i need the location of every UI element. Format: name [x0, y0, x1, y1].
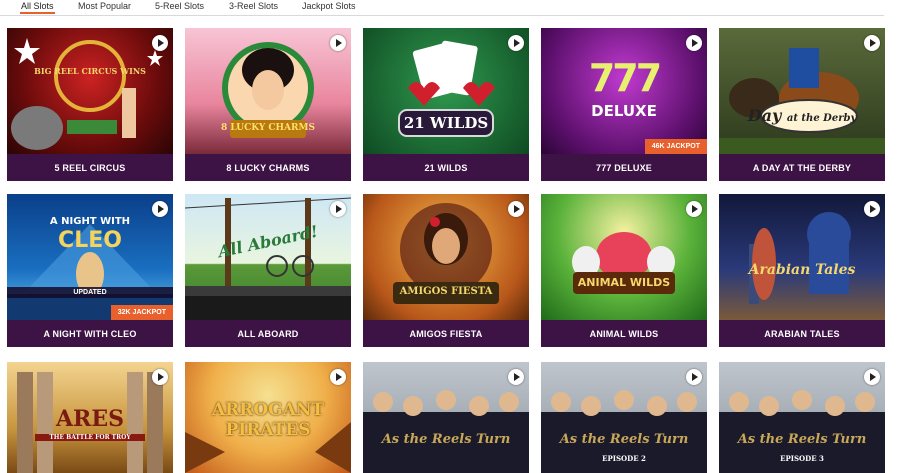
game-thumbnail: All Aboard! [185, 194, 351, 320]
game-title: ANIMAL WILDS [589, 328, 659, 339]
game-logo-subtitle: EPISODE 2 [602, 454, 646, 463]
play-icon[interactable] [330, 369, 346, 385]
game-card-arrogant-pirates[interactable]: ARROGANT PIRATES [185, 362, 351, 473]
game-logo: 21 WILDS [403, 114, 489, 132]
amigos-art [393, 203, 499, 304]
game-thumbnail: ANIMAL WILDS [541, 194, 707, 320]
game-logo: ANIMAL WILDS [577, 276, 671, 289]
game-thumbnail: As the Reels Turn EPISODE 2 [541, 362, 707, 473]
play-icon[interactable] [330, 201, 346, 217]
game-title: AMIGOS FIESTA [409, 328, 483, 339]
game-logo: A NIGHT WITH [49, 216, 131, 227]
game-thumbnail: As the Reels Turn EPISODE 3 [719, 362, 885, 473]
game-thumbnail: 777 DELUXE 46K JACKPOT [541, 28, 707, 154]
game-logo: Day at the Derby [747, 106, 857, 125]
play-icon[interactable] [686, 201, 702, 217]
game-thumbnail: 8 LUCKY CHARMS [185, 28, 351, 154]
game-logo: ARES [55, 406, 124, 432]
game-logo: As the Reels Turn [559, 432, 689, 447]
reels-turn-art [363, 390, 529, 473]
game-title: ARABIAN TALES [764, 328, 840, 339]
game-card-8-lucky-charms[interactable]: 8 LUCKY CHARMS 8 LUCKY CHARMS [185, 28, 351, 181]
circus-art [11, 38, 163, 150]
game-thumbnail: 21 WILDS [363, 28, 529, 154]
game-card-a-day-at-the-derby[interactable]: Day at the Derby A DAY AT THE DERBY [719, 28, 885, 181]
game-logo: As the Reels Turn [737, 432, 867, 447]
game-logo: 8 LUCKY CHARMS [221, 123, 315, 133]
game-card-777-deluxe[interactable]: 777 DELUXE 46K JACKPOT 777 DELUXE [541, 28, 707, 181]
tab-all-slots[interactable]: All Slots [20, 1, 55, 14]
game-card-5-reel-circus[interactable]: BIG REEL CIRCUS WINS 5 REEL CIRCUS [7, 28, 173, 181]
cleo-art [7, 224, 173, 320]
game-title: ALL ABOARD [237, 328, 299, 339]
game-thumbnail: BIG REEL CIRCUS WINS [7, 28, 173, 154]
derby-art [719, 48, 885, 154]
game-logo: 777 [588, 56, 662, 100]
game-title: A NIGHT WITH CLEO [43, 328, 137, 339]
game-title: A DAY AT THE DERBY [752, 162, 852, 173]
game-card-animal-wilds[interactable]: ANIMAL WILDS ANIMAL WILDS [541, 194, 707, 347]
game-logo-subtitle: CLEO [58, 228, 122, 253]
play-icon[interactable] [152, 201, 168, 217]
game-logo: Arabian Tales [748, 262, 856, 278]
game-title: 21 WILDS [424, 162, 468, 173]
tab-jackpot-slots[interactable]: Jackpot Slots [302, 1, 356, 11]
tab-3-reel-slots[interactable]: 3-Reel Slots [229, 1, 278, 11]
game-thumbnail: AMIGOS FIESTA [363, 194, 529, 320]
play-icon[interactable] [152, 35, 168, 51]
game-logo-subtitle: THE BATTLE FOR TROY [35, 434, 145, 441]
play-icon[interactable] [330, 35, 346, 51]
game-card-as-the-reels-turn-episode-3[interactable]: As the Reels Turn EPISODE 3 [719, 362, 885, 473]
game-logo-subtitle: DELUXE [591, 102, 657, 120]
arabian-tales-art [749, 212, 851, 304]
game-card-a-night-with-cleo[interactable]: A NIGHT WITH CLEO UPDATED 32K JACKPOT A … [7, 194, 173, 347]
game-card-as-the-reels-turn-episode-2[interactable]: As the Reels Turn EPISODE 2 [541, 362, 707, 473]
game-thumbnail: ARROGANT PIRATES [185, 362, 351, 473]
game-thumbnail: Day at the Derby [719, 28, 885, 154]
cards-art [398, 40, 495, 137]
game-thumbnail: ARES THE BATTLE FOR TROY [7, 362, 173, 473]
play-icon[interactable] [864, 369, 880, 385]
jackpot-badge: 46K JACKPOT [644, 139, 707, 154]
animal-wilds-art [572, 232, 675, 294]
game-thumbnail: Arabian Tales [719, 194, 885, 320]
game-title: 5 REEL CIRCUS [54, 162, 126, 173]
game-card-all-aboard[interactable]: All Aboard! ALL ABOARD [185, 194, 351, 347]
play-icon[interactable] [686, 369, 702, 385]
game-thumbnail: A NIGHT WITH CLEO UPDATED 32K JACKPOT [7, 194, 173, 320]
game-card-ares[interactable]: ARES THE BATTLE FOR TROY [7, 362, 173, 473]
game-title: 8 LUCKY CHARMS [226, 162, 310, 173]
game-card-amigos-fiesta[interactable]: AMIGOS FIESTA AMIGOS FIESTA [363, 194, 529, 347]
play-icon[interactable] [508, 201, 524, 217]
play-icon[interactable] [864, 35, 880, 51]
lucky-charms-art [222, 42, 314, 138]
tab-5-reel-slots[interactable]: 5-Reel Slots [155, 1, 204, 11]
game-card-arabian-tales[interactable]: Arabian Tales ARABIAN TALES [719, 194, 885, 347]
tab-most-popular[interactable]: Most Popular [78, 1, 131, 11]
play-icon[interactable] [864, 201, 880, 217]
game-card-21-wilds[interactable]: 21 WILDS 21 WILDS [363, 28, 529, 181]
game-logo: AMIGOS FIESTA [399, 286, 493, 297]
jackpot-badge: 32K JACKPOT [110, 305, 173, 320]
game-thumbnail: As the Reels Turn [363, 362, 529, 473]
game-logo: ARROGANT [211, 400, 325, 420]
play-icon[interactable] [508, 35, 524, 51]
play-icon[interactable] [686, 35, 702, 51]
updated-badge: UPDATED [7, 287, 173, 298]
game-logo: As the Reels Turn [381, 432, 511, 447]
category-tabs: All Slots Most Popular 5-Reel Slots 3-Re… [0, 0, 884, 16]
play-icon[interactable] [508, 369, 524, 385]
game-card-as-the-reels-turn[interactable]: As the Reels Turn [363, 362, 529, 473]
play-icon[interactable] [152, 369, 168, 385]
game-logo-subtitle: EPISODE 3 [780, 454, 824, 463]
game-logo: BIG REEL CIRCUS WINS [34, 66, 146, 76]
game-logo-subtitle: PIRATES [225, 420, 311, 440]
game-title: 777 DELUXE [595, 162, 653, 173]
